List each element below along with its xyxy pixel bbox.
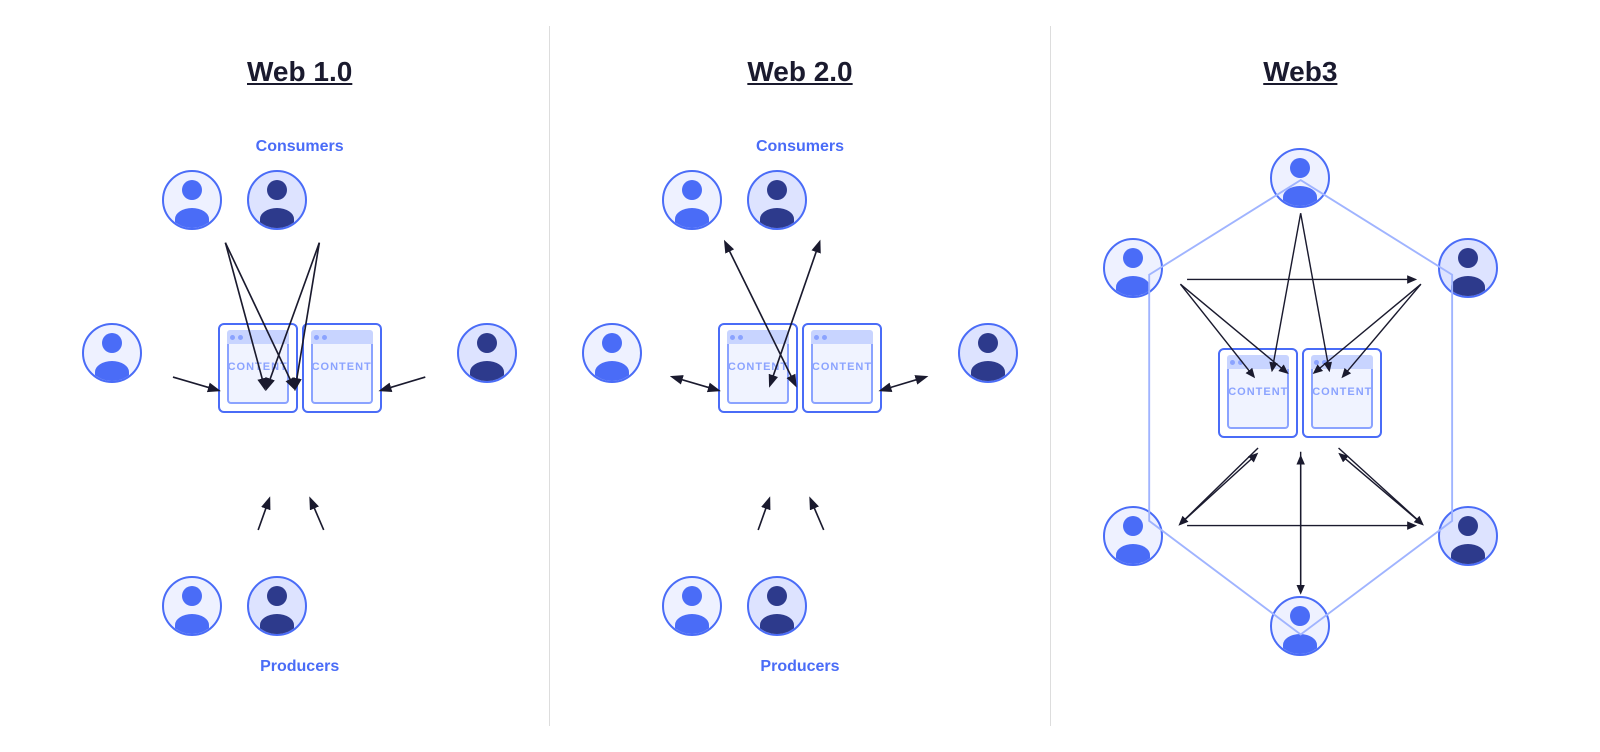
web1-diagram: Consumers	[70, 128, 529, 696]
web3-user-topright	[1436, 238, 1500, 298]
web2-consumer2	[745, 170, 809, 230]
web1-consumer1	[160, 170, 224, 230]
web2-content: CONTENT CONTENT	[718, 323, 882, 413]
web2-producer1	[660, 576, 724, 636]
web3-content: CONTENT CONTENT	[1218, 348, 1382, 438]
web3-user-top	[1268, 148, 1332, 208]
web2-title: Web 2.0	[747, 56, 852, 88]
web3-user-topleft	[1101, 238, 1165, 298]
web3-diagram: CONTENT CONTENT	[1071, 128, 1530, 696]
web2-diagram: Consumers	[570, 128, 1029, 696]
web1-side-user-left	[80, 323, 144, 383]
web3-user-bottomright	[1436, 506, 1500, 566]
web3-title: Web3	[1263, 56, 1337, 88]
web1-producers-label: Producers	[260, 658, 339, 676]
web1-content: CONTENT CONTENT	[218, 323, 382, 413]
web2-side-left	[580, 323, 644, 383]
web1-section: Web 1.0 Consumers	[50, 26, 550, 726]
web2-side-right	[956, 323, 1020, 383]
web2-consumer1	[660, 170, 724, 230]
web2-producer2	[745, 576, 809, 636]
web3-user-bottom	[1268, 596, 1332, 656]
web2-consumers-label: Consumers	[756, 138, 844, 156]
web3-user-bottomleft	[1101, 506, 1165, 566]
web1-producer2	[245, 576, 309, 636]
web2-producers-label: Producers	[760, 658, 839, 676]
web1-consumer2	[245, 170, 309, 230]
diagram-container: Web 1.0 Consumers	[50, 26, 1550, 726]
web3-section: Web3 CONTENT	[1051, 26, 1550, 726]
web1-consumers-label: Consumers	[256, 138, 344, 156]
web1-side-user-right	[455, 323, 519, 383]
web1-producer1	[160, 576, 224, 636]
web1-title: Web 1.0	[247, 56, 352, 88]
web2-section: Web 2.0 Consumers	[550, 26, 1050, 726]
